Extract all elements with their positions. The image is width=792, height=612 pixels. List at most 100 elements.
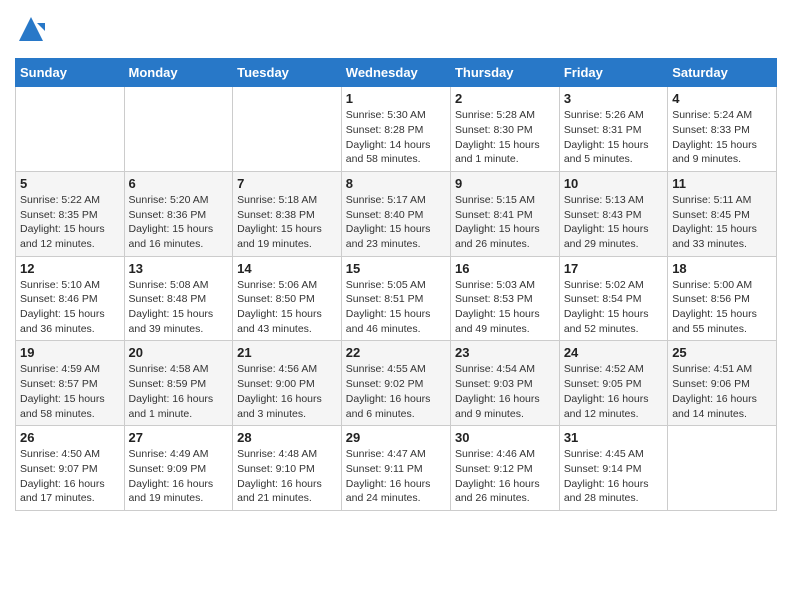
calendar-cell: 19Sunrise: 4:59 AM Sunset: 8:57 PM Dayli…	[16, 341, 125, 426]
calendar-cell: 21 Sunrise: 4:56 AM Sunset: 9:00 PM Dayli…	[233, 341, 342, 426]
day-info: Sunrise: 4:46 AM Sunset: 9:12 PM Dayligh…	[455, 447, 555, 506]
day-info: Sunrise: 5:15 AM Sunset: 8:41 PM Dayligh…	[455, 193, 555, 252]
day-info: Sunrise: 5:17 AM Sunset: 8:40 PM Dayligh…	[346, 193, 446, 252]
calendar-cell: 23Sunrise: 4:54 AM Sunset: 9:03 PM Dayli…	[450, 341, 559, 426]
calendar-cell: 3 Sunrise: 5:26 AM Sunset: 8:31 PM Daylig…	[559, 87, 667, 172]
calendar-week-row: 12 Sunrise: 5:10 AM Sunset: 8:46 PM Dayli…	[16, 256, 777, 341]
day-number: 17	[564, 261, 663, 276]
day-info: Sunrise: 5:03 AM Sunset: 8:53 PM Dayligh…	[455, 278, 555, 337]
calendar-cell	[16, 87, 125, 172]
day-info: Sunrise: 4:56 AM Sunset: 9:00 PM Dayligh…	[237, 362, 337, 421]
calendar-cell: 27 Sunrise: 4:49 AM Sunset: 9:09 PM Dayli…	[124, 426, 233, 511]
calendar-day-header: Friday	[559, 59, 667, 87]
calendar-cell: 24 Sunrise: 4:52 AM Sunset: 9:05 PM Dayli…	[559, 341, 667, 426]
calendar-cell: 31Sunrise: 4:45 AM Sunset: 9:14 PM Dayli…	[559, 426, 667, 511]
day-number: 10	[564, 176, 663, 191]
day-info: Sunrise: 5:05 AM Sunset: 8:51 PM Dayligh…	[346, 278, 446, 337]
day-info: Sunrise: 5:28 AM Sunset: 8:30 PM Dayligh…	[455, 108, 555, 167]
day-number: 26	[20, 430, 120, 445]
day-number: 27	[129, 430, 229, 445]
calendar-cell: 20 Sunrise: 4:58 AM Sunset: 8:59 PM Dayli…	[124, 341, 233, 426]
day-info: Sunrise: 5:22 AM Sunset: 8:35 PM Dayligh…	[20, 193, 120, 252]
day-info: Sunrise: 4:55 AM Sunset: 9:02 PM Dayligh…	[346, 362, 446, 421]
calendar-day-header: Sunday	[16, 59, 125, 87]
day-info: Sunrise: 5:13 AM Sunset: 8:43 PM Dayligh…	[564, 193, 663, 252]
calendar-cell: 6 Sunrise: 5:20 AM Sunset: 8:36 PM Daylig…	[124, 171, 233, 256]
day-number: 22	[346, 345, 446, 360]
day-info: Sunrise: 4:52 AM Sunset: 9:05 PM Dayligh…	[564, 362, 663, 421]
day-number: 24	[564, 345, 663, 360]
day-info: Sunrise: 5:20 AM Sunset: 8:36 PM Dayligh…	[129, 193, 229, 252]
calendar-cell	[668, 426, 777, 511]
calendar-cell	[124, 87, 233, 172]
calendar-cell: 22 Sunrise: 4:55 AM Sunset: 9:02 PM Dayli…	[341, 341, 450, 426]
day-number: 4	[672, 91, 772, 106]
day-number: 20	[129, 345, 229, 360]
day-number: 25	[672, 345, 772, 360]
day-info: Sunrise: 5:11 AM Sunset: 8:45 PM Dayligh…	[672, 193, 772, 252]
day-number: 15	[346, 261, 446, 276]
day-number: 6	[129, 176, 229, 191]
day-info: Sunrise: 5:10 AM Sunset: 8:46 PM Dayligh…	[20, 278, 120, 337]
calendar-week-row: 5 Sunrise: 5:22 AM Sunset: 8:35 PM Daylig…	[16, 171, 777, 256]
calendar-cell: 28 Sunrise: 4:48 AM Sunset: 9:10 PM Dayli…	[233, 426, 342, 511]
day-number: 12	[20, 261, 120, 276]
day-number: 23	[455, 345, 555, 360]
calendar-day-header: Wednesday	[341, 59, 450, 87]
calendar-cell: 1Sunrise: 5:30 AM Sunset: 8:28 PM Daylig…	[341, 87, 450, 172]
calendar-body: 1Sunrise: 5:30 AM Sunset: 8:28 PM Daylig…	[16, 87, 777, 511]
logo-icon	[17, 15, 45, 43]
day-number: 21	[237, 345, 337, 360]
calendar-cell: 11 Sunrise: 5:11 AM Sunset: 8:45 PM Dayli…	[668, 171, 777, 256]
calendar-header-row: SundayMondayTuesdayWednesdayThursdayFrid…	[16, 59, 777, 87]
day-info: Sunrise: 5:26 AM Sunset: 8:31 PM Dayligh…	[564, 108, 663, 167]
day-number: 8	[346, 176, 446, 191]
calendar-cell	[233, 87, 342, 172]
day-info: Sunrise: 4:48 AM Sunset: 9:10 PM Dayligh…	[237, 447, 337, 506]
day-number: 1	[346, 91, 446, 106]
day-number: 31	[564, 430, 663, 445]
calendar-week-row: 1Sunrise: 5:30 AM Sunset: 8:28 PM Daylig…	[16, 87, 777, 172]
day-info: Sunrise: 4:47 AM Sunset: 9:11 PM Dayligh…	[346, 447, 446, 506]
day-info: Sunrise: 4:49 AM Sunset: 9:09 PM Dayligh…	[129, 447, 229, 506]
day-info: Sunrise: 5:24 AM Sunset: 8:33 PM Dayligh…	[672, 108, 772, 167]
day-number: 29	[346, 430, 446, 445]
calendar-cell: 9Sunrise: 5:15 AM Sunset: 8:41 PM Daylig…	[450, 171, 559, 256]
day-number: 5	[20, 176, 120, 191]
day-info: Sunrise: 4:51 AM Sunset: 9:06 PM Dayligh…	[672, 362, 772, 421]
calendar-cell: 15 Sunrise: 5:05 AM Sunset: 8:51 PM Dayli…	[341, 256, 450, 341]
day-number: 3	[564, 91, 663, 106]
calendar-cell: 18 Sunrise: 5:00 AM Sunset: 8:56 PM Dayli…	[668, 256, 777, 341]
day-number: 18	[672, 261, 772, 276]
calendar-cell: 17Sunrise: 5:02 AM Sunset: 8:54 PM Dayli…	[559, 256, 667, 341]
calendar-week-row: 19Sunrise: 4:59 AM Sunset: 8:57 PM Dayli…	[16, 341, 777, 426]
calendar-cell: 8 Sunrise: 5:17 AM Sunset: 8:40 PM Daylig…	[341, 171, 450, 256]
day-info: Sunrise: 4:50 AM Sunset: 9:07 PM Dayligh…	[20, 447, 120, 506]
calendar-table: SundayMondayTuesdayWednesdayThursdayFrid…	[15, 58, 777, 511]
calendar-cell: 25 Sunrise: 4:51 AM Sunset: 9:06 PM Dayli…	[668, 341, 777, 426]
calendar-cell: 29 Sunrise: 4:47 AM Sunset: 9:11 PM Dayli…	[341, 426, 450, 511]
calendar-cell: 4 Sunrise: 5:24 AM Sunset: 8:33 PM Daylig…	[668, 87, 777, 172]
day-number: 11	[672, 176, 772, 191]
calendar-cell: 13Sunrise: 5:08 AM Sunset: 8:48 PM Dayli…	[124, 256, 233, 341]
calendar-cell: 14Sunrise: 5:06 AM Sunset: 8:50 PM Dayli…	[233, 256, 342, 341]
calendar-cell: 30 Sunrise: 4:46 AM Sunset: 9:12 PM Dayli…	[450, 426, 559, 511]
day-number: 14	[237, 261, 337, 276]
day-number: 2	[455, 91, 555, 106]
calendar-cell: 7Sunrise: 5:18 AM Sunset: 8:38 PM Daylig…	[233, 171, 342, 256]
calendar-day-header: Saturday	[668, 59, 777, 87]
calendar-day-header: Monday	[124, 59, 233, 87]
day-number: 7	[237, 176, 337, 191]
day-info: Sunrise: 4:59 AM Sunset: 8:57 PM Dayligh…	[20, 362, 120, 421]
calendar-cell: 2 Sunrise: 5:28 AM Sunset: 8:30 PM Daylig…	[450, 87, 559, 172]
calendar-cell: 5 Sunrise: 5:22 AM Sunset: 8:35 PM Daylig…	[16, 171, 125, 256]
calendar-cell: 26 Sunrise: 4:50 AM Sunset: 9:07 PM Dayli…	[16, 426, 125, 511]
calendar-week-row: 26 Sunrise: 4:50 AM Sunset: 9:07 PM Dayli…	[16, 426, 777, 511]
calendar-day-header: Tuesday	[233, 59, 342, 87]
day-info: Sunrise: 5:00 AM Sunset: 8:56 PM Dayligh…	[672, 278, 772, 337]
day-info: Sunrise: 4:58 AM Sunset: 8:59 PM Dayligh…	[129, 362, 229, 421]
calendar-day-header: Thursday	[450, 59, 559, 87]
day-number: 30	[455, 430, 555, 445]
day-number: 28	[237, 430, 337, 445]
calendar-cell: 12 Sunrise: 5:10 AM Sunset: 8:46 PM Dayli…	[16, 256, 125, 341]
